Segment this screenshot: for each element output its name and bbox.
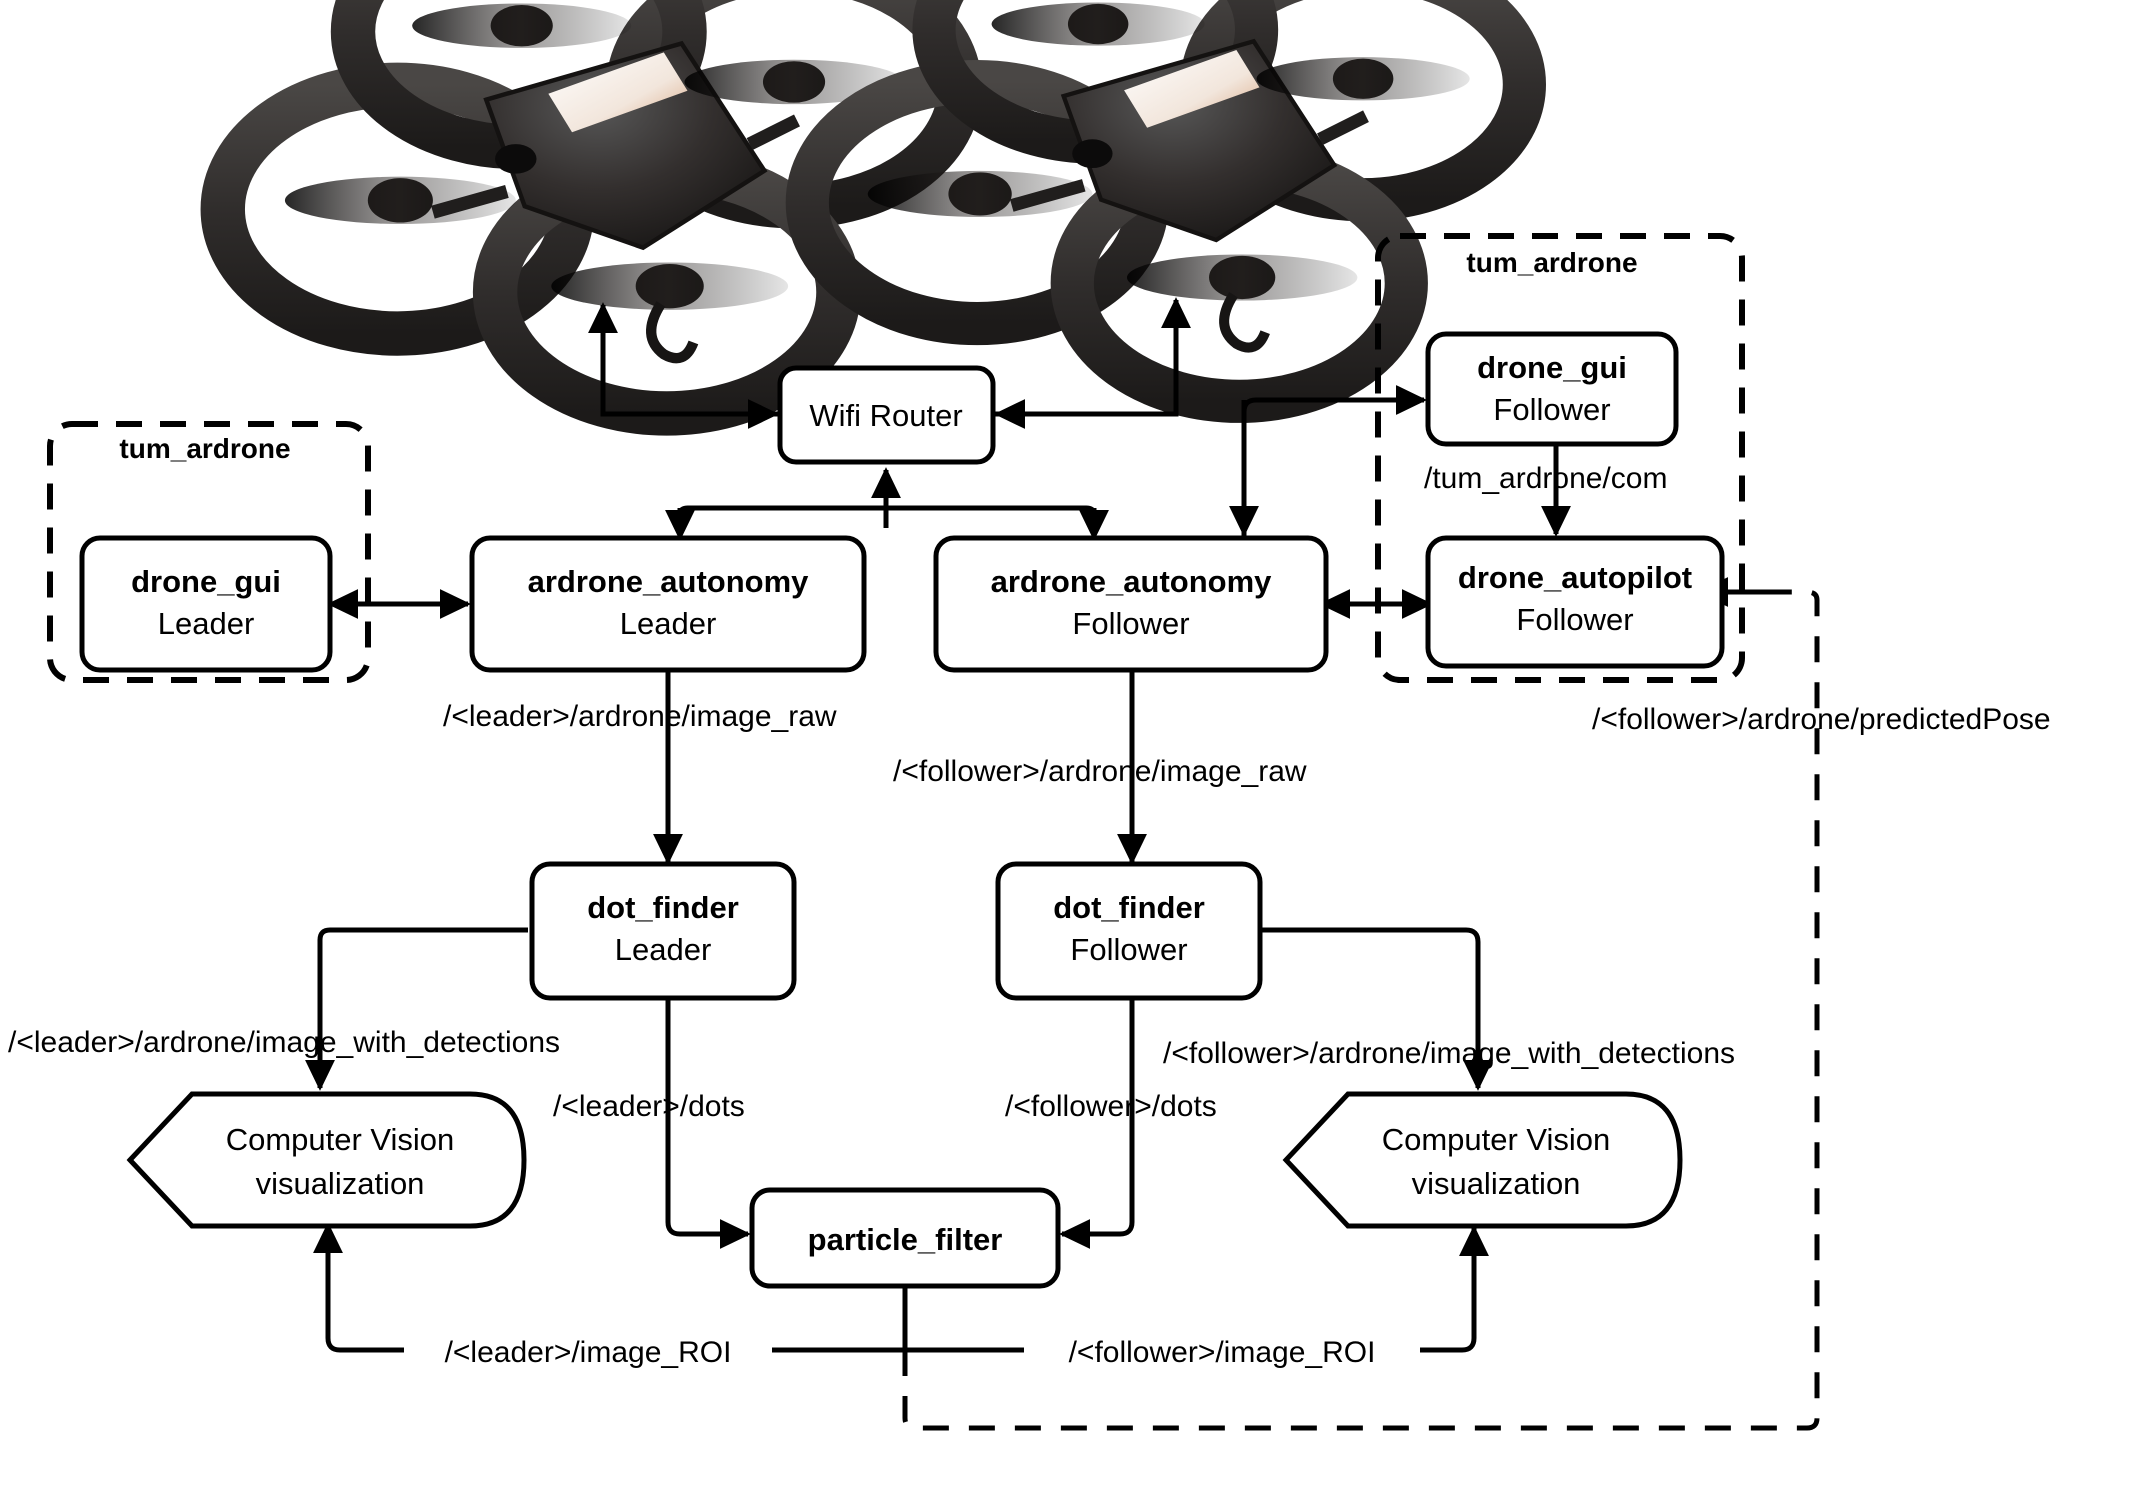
node-particle-filter-title: particle_filter xyxy=(808,1222,1003,1257)
edge-wifi-to-drone-leader xyxy=(588,302,780,417)
topic-label-leader-image-roi: /<leader>/image_ROI xyxy=(445,1336,732,1369)
system-architecture-diagram: Wifi Router drone_gui Leader ardrone_aut… xyxy=(0,0,2130,1504)
edge-dotfinder-leader-to-cvviz xyxy=(305,927,528,1091)
node-drone-autopilot-follower-title: drone_autopilot xyxy=(1458,560,1692,595)
topic-label-follower-image-with-detections: /<follower>/ardrone/image_with_detection… xyxy=(1163,1037,1735,1070)
topic-label-follower-predicted-pose: /<follower>/ardrone/predictedPose xyxy=(1592,703,2051,736)
node-drone-gui-follower-subtitle: Follower xyxy=(1493,392,1610,427)
node-ardrone-autonomy-follower[interactable] xyxy=(933,535,1329,673)
node-dot-finder-follower[interactable] xyxy=(995,861,1263,1001)
node-cv-viz-follower-line1: Computer Vision xyxy=(1382,1122,1611,1157)
topic-label-follower-dots: /<follower>/dots xyxy=(1005,1090,1217,1123)
topic-label-follower-image-roi: /<follower>/image_ROI xyxy=(1069,1336,1376,1369)
node-cv-visualization-leader[interactable] xyxy=(126,1091,527,1229)
node-dot-finder-leader-subtitle: Leader xyxy=(615,932,712,967)
node-drone-gui-leader-title: drone_gui xyxy=(131,564,281,599)
topic-label-follower-image-raw: /<follower>/ardrone/image_raw xyxy=(893,755,1307,788)
node-cv-viz-follower-line2: visualization xyxy=(1412,1166,1581,1201)
topic-label-leader-image-raw: /<leader>/ardrone/image_raw xyxy=(443,700,837,733)
node-wifi-router-label: Wifi Router xyxy=(809,398,962,433)
graph-layer: Wifi Router drone_gui Leader ardrone_aut… xyxy=(8,233,2051,1431)
node-cv-visualization-follower[interactable] xyxy=(1282,1091,1683,1229)
node-cv-viz-leader-line2: visualization xyxy=(256,1166,425,1201)
topic-label-tum-ardrone-com: /tum_ardrone/com xyxy=(1424,462,1667,495)
node-dot-finder-leader-title: dot_finder xyxy=(587,890,739,925)
node-dot-finder-leader[interactable] xyxy=(529,861,797,1001)
node-cv-viz-leader-line1: Computer Vision xyxy=(226,1122,455,1157)
edge-autonomy-follower-to-gui-follower xyxy=(1241,385,1427,538)
node-ardrone-autonomy-leader[interactable] xyxy=(469,535,867,673)
node-drone-gui-follower-title: drone_gui xyxy=(1477,350,1627,385)
topic-label-leader-image-with-detections: /<leader>/ardrone/image_with_detections xyxy=(8,1026,560,1059)
node-ardrone-autonomy-leader-subtitle: Leader xyxy=(620,606,717,641)
node-dot-finder-follower-subtitle: Follower xyxy=(1070,932,1187,967)
node-ardrone-autonomy-follower-subtitle: Follower xyxy=(1072,606,1189,641)
node-dot-finder-follower-title: dot_finder xyxy=(1053,890,1205,925)
node-drone-gui-leader-subtitle: Leader xyxy=(158,606,255,641)
group-label-tum-ardrone-leader: tum_ardrone xyxy=(119,433,290,464)
topic-label-leader-dots: /<leader>/dots xyxy=(553,1090,745,1123)
node-drone-autopilot-follower-subtitle: Follower xyxy=(1516,602,1633,637)
edge-wifi-to-drone-follower xyxy=(993,297,1191,417)
node-ardrone-autonomy-follower-title: ardrone_autonomy xyxy=(991,564,1273,599)
group-label-tum-ardrone-follower: tum_ardrone xyxy=(1466,247,1637,278)
node-drone-gui-leader[interactable] xyxy=(79,535,333,673)
node-ardrone-autonomy-leader-title: ardrone_autonomy xyxy=(528,564,810,599)
